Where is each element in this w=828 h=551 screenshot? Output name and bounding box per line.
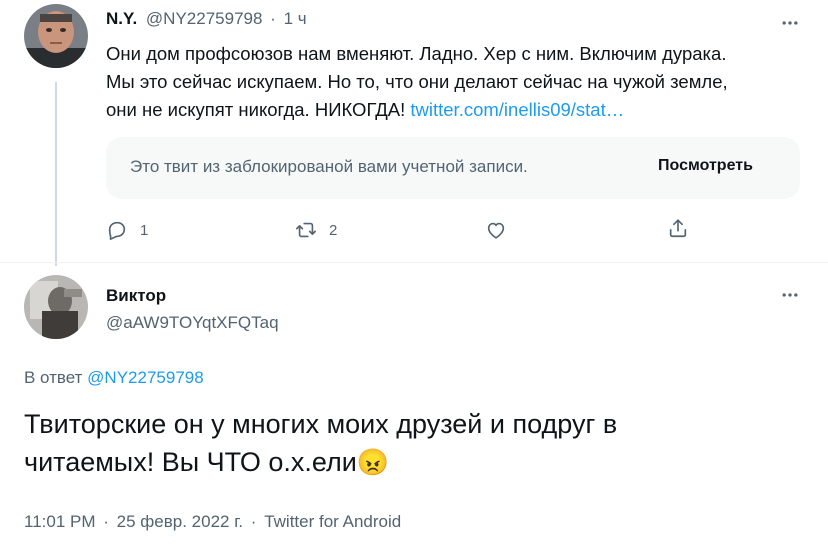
tweet-date[interactable]: 25 февр. 2022 г. xyxy=(117,512,243,531)
like-action[interactable] xyxy=(485,219,507,241)
avatar-ny[interactable] xyxy=(24,4,88,68)
avatar-viktor[interactable] xyxy=(24,275,88,339)
separator-dot: · xyxy=(270,9,276,28)
author-name[interactable]: N.Y. xyxy=(106,9,137,28)
more-options-icon[interactable] xyxy=(778,283,802,307)
tweet1-header: N.Y. @NY22759798 · 1 ч xyxy=(106,9,307,29)
tweet-body-line: Твиторские он у многих моих друзей и под… xyxy=(24,409,618,439)
reply-icon xyxy=(108,221,126,240)
reply-to-line: В ответ @NY22759798 xyxy=(24,368,204,388)
more-options-icon[interactable] xyxy=(778,11,802,35)
tweet-source[interactable]: Twitter for Android xyxy=(264,512,401,531)
tweet-time[interactable]: 1 ч xyxy=(284,9,307,28)
tweet-text-line: Они дом профсоюзов нам вменяют. Ладно. Х… xyxy=(106,43,727,64)
tweet-body-segment: читаемых! Вы ЧТО о.х.ели xyxy=(24,447,357,477)
view-button[interactable]: Посмотреть xyxy=(658,157,753,175)
reply-to-label: В ответ xyxy=(24,368,88,387)
tweet-text-segment: они не искупят никогда. НИКОГДА! xyxy=(106,99,411,120)
reply-to-handle[interactable]: @NY22759798 xyxy=(87,368,204,387)
author-handle[interactable]: @NY22759798 xyxy=(146,9,263,28)
reply-action[interactable]: 1 xyxy=(106,219,148,241)
share-action[interactable] xyxy=(667,217,689,239)
separator-dot: · xyxy=(103,512,109,531)
retweet-count: 2 xyxy=(329,221,338,239)
tweet-text-line: Мы это сейчас искупаем. Но то, что они д… xyxy=(106,71,728,92)
tweet-link[interactable]: twitter.com/inellis09/stat… xyxy=(410,99,624,120)
tweet-body-line: читаемых! Вы ЧТО о.х.ели😠 xyxy=(24,443,617,481)
tweet-text-line: они не искупят никогда. НИКОГДА! twitter… xyxy=(106,96,728,124)
author-name-viktor[interactable]: Виктор xyxy=(106,286,166,306)
tweet-body: Твиторские он у многих моих друзей и под… xyxy=(24,405,617,481)
heart-icon xyxy=(487,222,505,239)
retweet-action[interactable]: 2 xyxy=(295,219,337,241)
tweet-divider xyxy=(0,262,828,263)
reply-count: 1 xyxy=(140,221,149,239)
retweet-icon xyxy=(296,222,316,238)
blocked-quote-box: Это твит из заблокированой вами учетной … xyxy=(106,137,800,199)
tweet-time[interactable]: 11:01 PM xyxy=(24,512,96,531)
tweet-meta: 11:01 PM · 25 февр. 2022 г. · Twitter fo… xyxy=(24,512,401,532)
tweet-text: Они дом профсоюзов нам вменяют. Ладно. Х… xyxy=(106,40,728,124)
thread-line xyxy=(55,82,57,266)
angry-face-emoji: 😠 xyxy=(356,447,390,477)
author-handle-viktor[interactable]: @aAW9TOYqtXFQTaq xyxy=(106,313,279,333)
blocked-quote-text: Это твит из заблокированой вами учетной … xyxy=(130,157,528,176)
share-icon xyxy=(669,219,687,238)
separator-dot: · xyxy=(250,512,257,531)
